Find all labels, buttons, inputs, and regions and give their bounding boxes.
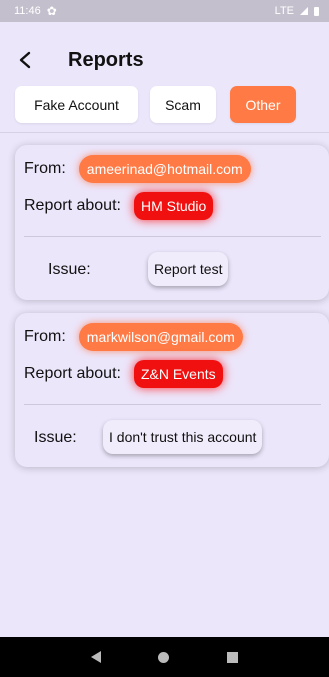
app-header: Reports xyxy=(0,40,329,80)
nav-back-icon[interactable] xyxy=(90,651,101,663)
report-about-row: Report about: Z&N Events xyxy=(24,360,223,388)
network-label: LTE xyxy=(274,5,294,17)
back-arrow-icon xyxy=(19,51,31,69)
system-nav-bar xyxy=(0,637,329,677)
tab-scam[interactable]: Scam xyxy=(150,86,216,123)
page-title: Reports xyxy=(68,48,144,71)
tab-fake-account[interactable]: Fake Account xyxy=(15,86,138,123)
gear-icon: ✿ xyxy=(46,4,57,18)
back-button[interactable] xyxy=(0,40,50,80)
report-about-label: Report about: xyxy=(24,197,121,214)
report-about-badge: Z&N Events xyxy=(133,360,223,388)
report-about-badge: HM Studio xyxy=(133,192,214,220)
nav-recents-icon[interactable] xyxy=(227,651,239,663)
status-time: 11:46 xyxy=(14,5,41,17)
battery-icon xyxy=(314,6,319,16)
issue-value: I don't trust this account xyxy=(103,420,263,454)
report-about-label: Report about: xyxy=(24,365,121,382)
signal-icon xyxy=(300,7,308,15)
tab-other[interactable]: Other xyxy=(230,86,296,123)
filter-tabs: Fake Account Scam Other xyxy=(15,86,296,123)
issue-value: Report test xyxy=(148,252,229,286)
report-card[interactable]: From: ameerinad@hotmail.com Report about… xyxy=(15,145,329,300)
card-divider xyxy=(24,404,321,405)
report-card[interactable]: From: markwilson@gmail.com Report about:… xyxy=(15,313,329,467)
issue-label: Issue: xyxy=(48,261,91,278)
nav-home-icon[interactable] xyxy=(158,651,170,663)
from-row: From: markwilson@gmail.com xyxy=(24,323,243,351)
from-email-badge: ameerinad@hotmail.com xyxy=(78,155,251,183)
issue-label: Issue: xyxy=(34,429,77,446)
card-divider xyxy=(24,236,321,237)
from-label: From: xyxy=(24,328,66,345)
status-bar: 11:46 ✿ LTE xyxy=(0,0,329,22)
report-about-row: Report about: HM Studio xyxy=(24,192,214,220)
header-divider xyxy=(0,132,329,133)
from-label: From: xyxy=(24,160,66,177)
from-email-badge: markwilson@gmail.com xyxy=(78,323,243,351)
from-row: From: ameerinad@hotmail.com xyxy=(24,155,251,183)
